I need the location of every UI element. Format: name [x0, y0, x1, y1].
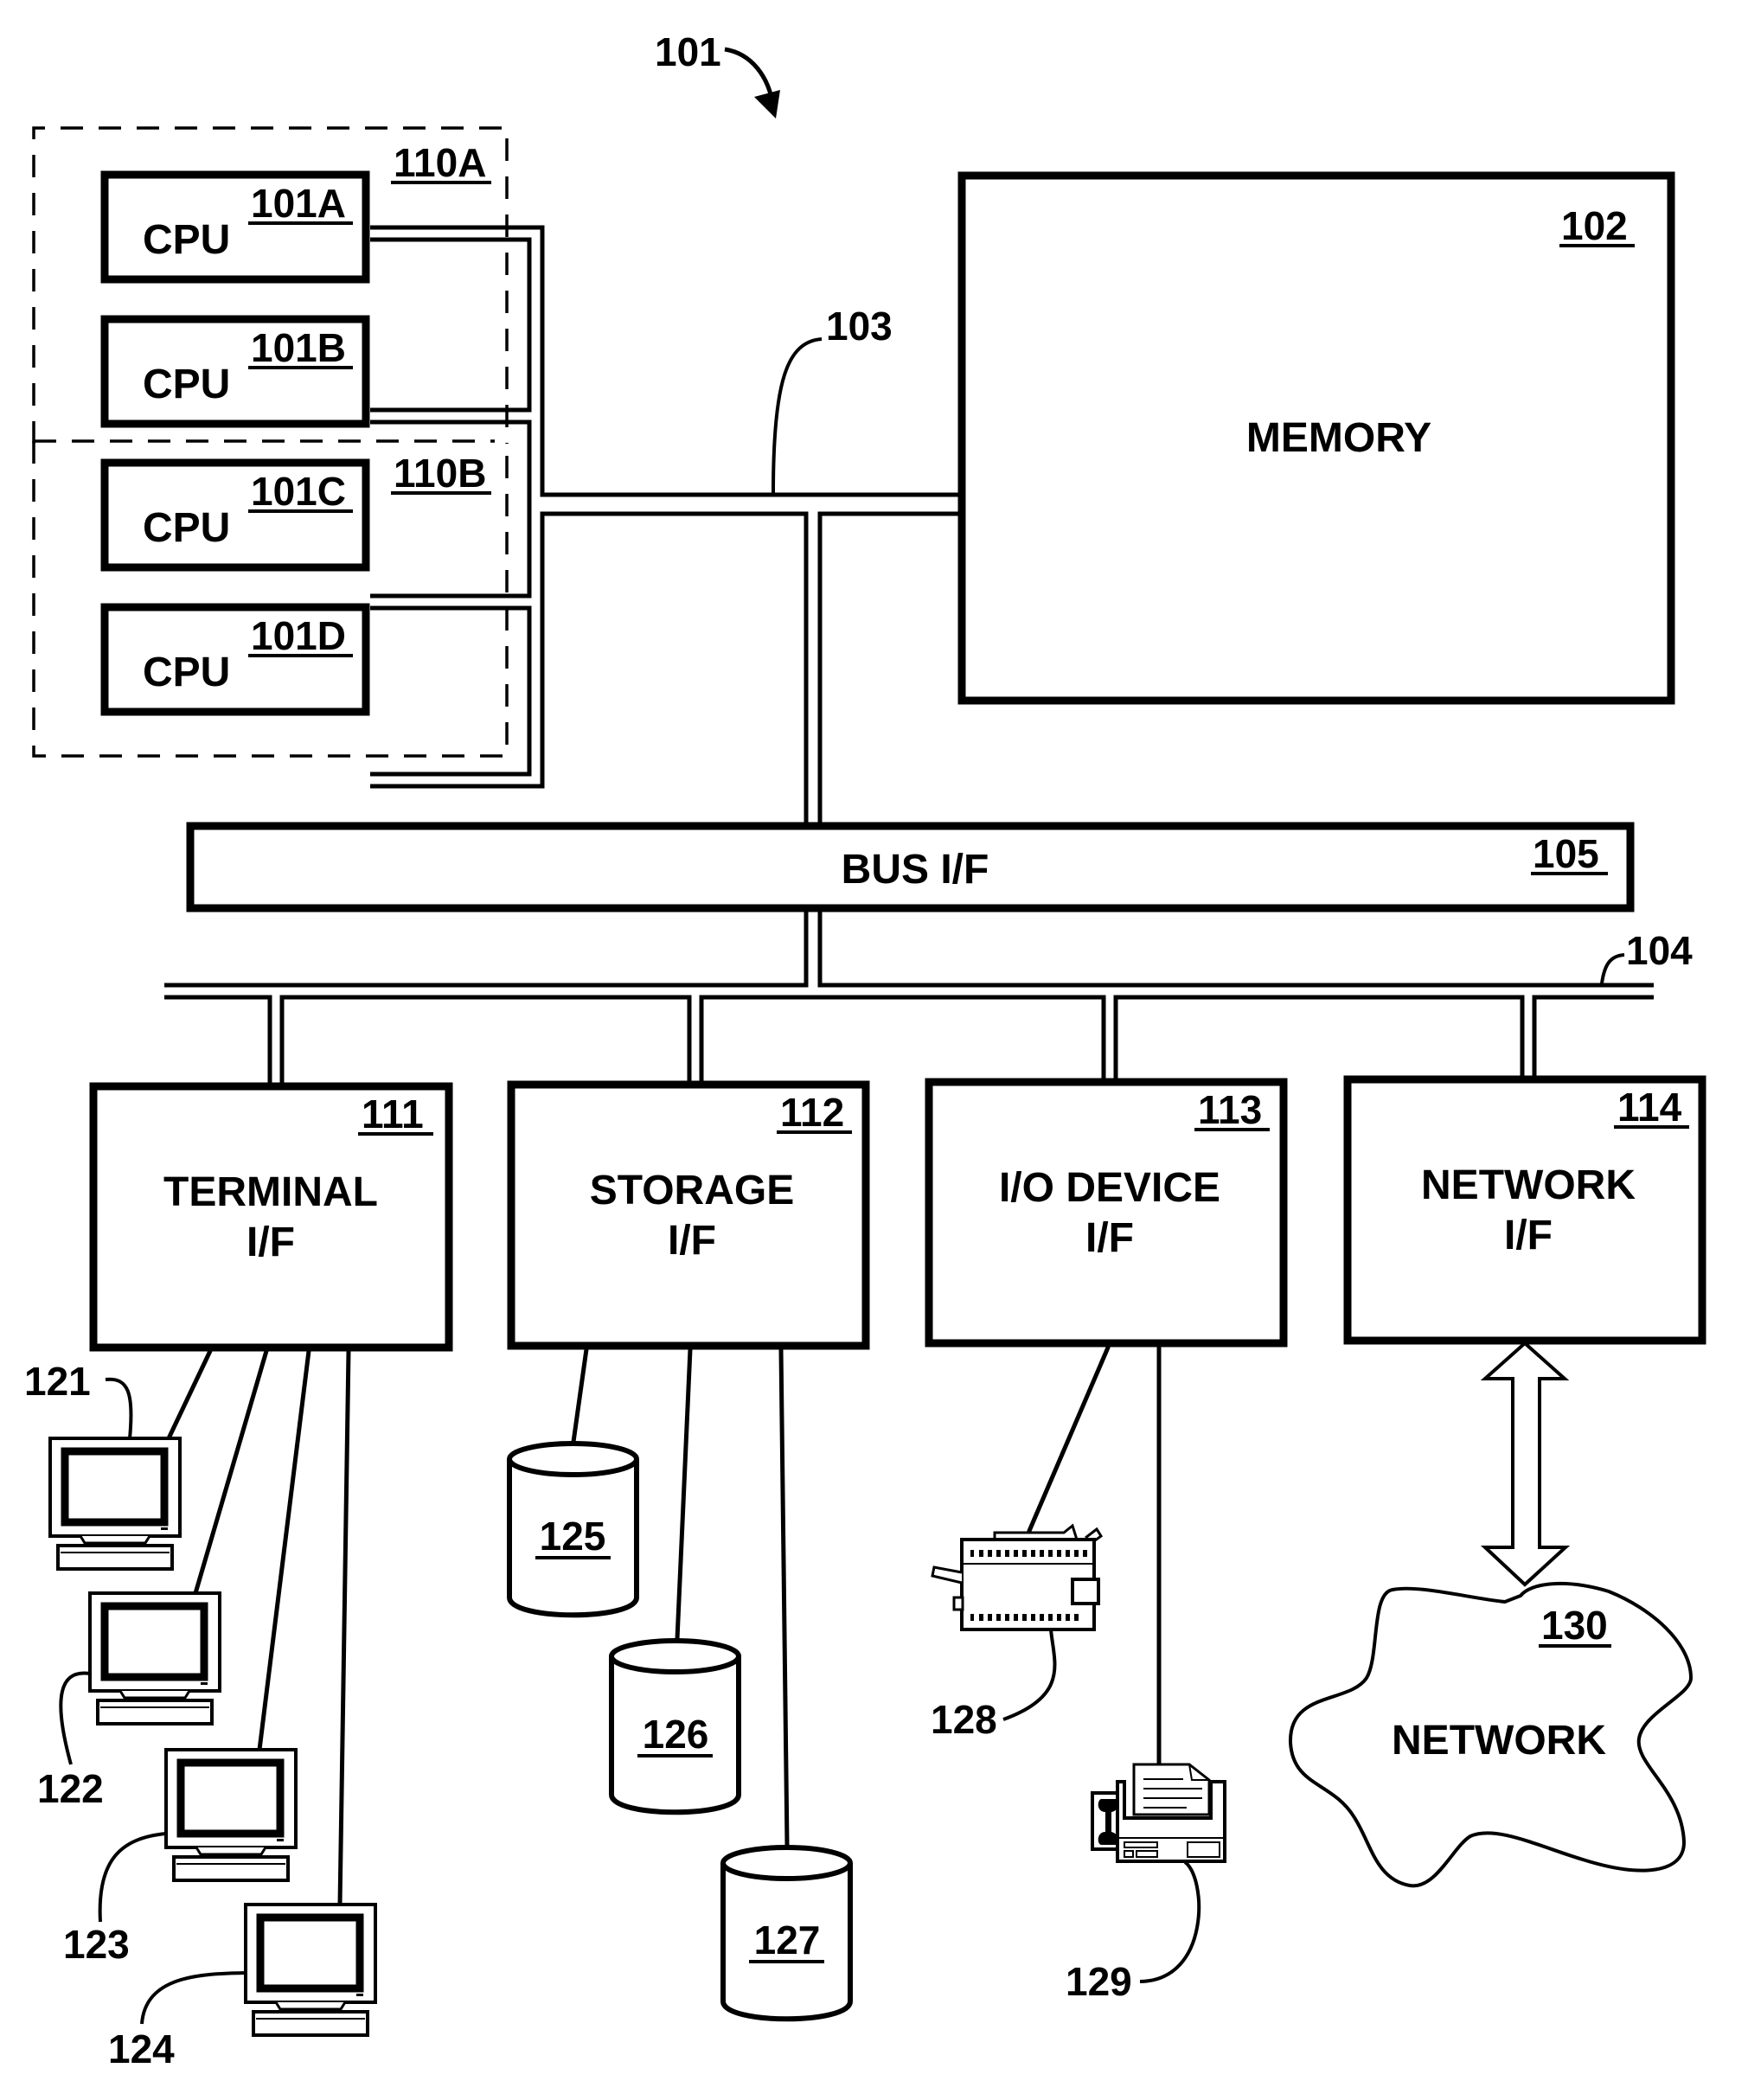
figure-reference: 101 [655, 29, 780, 118]
computer-monitor-icon [90, 1593, 220, 1724]
fax-machine-icon [1091, 1763, 1226, 1863]
io-bus-id: 104 [1626, 928, 1693, 973]
computer-monitor-icon [166, 1750, 296, 1880]
cpu-label: CPU [143, 217, 230, 263]
computer-system-diagram: 101 110A 110B CPU 101A CPU 101B CPU 101C… [24, 29, 1706, 2071]
terminal-124[interactable]: 124 [108, 1905, 375, 2071]
interface-label-line1: I/O DEVICE [999, 1165, 1220, 1211]
cpu-id: 101C [251, 469, 346, 514]
computer-monitor-icon [50, 1438, 180, 1569]
computer-monitor-icon [246, 1905, 375, 2035]
network-id: 130 [1541, 1603, 1608, 1648]
figure-reference-number: 101 [655, 29, 721, 74]
memory-bus-id: 103 [826, 304, 893, 349]
cpu-label: CPU [143, 505, 230, 551]
cpu-id: 101D [251, 613, 346, 658]
network-link [1480, 1341, 1571, 1587]
io-device-id: 128 [931, 1697, 997, 1742]
cpu-101C[interactable]: CPU 101C [100, 458, 370, 572]
terminal-id: 123 [63, 1922, 130, 1967]
storage-disk-127[interactable]: 127 [723, 1847, 850, 2019]
cpu-101B[interactable]: CPU 101B [100, 315, 370, 428]
cpu-id: 101A [251, 181, 346, 226]
interface-id: 111 [362, 1092, 424, 1136]
interface-label-line2: I/F [668, 1218, 716, 1264]
cpu-group-id: 110B [394, 451, 486, 496]
arrow-head-icon [754, 90, 780, 118]
memory-id: 102 [1561, 203, 1628, 248]
bus-interface-label: BUS I/F [842, 847, 989, 893]
terminal-id: 121 [24, 1359, 91, 1404]
network-130[interactable]: 130 NETWORK [1288, 1582, 1694, 1888]
interface-label-line1: STORAGE [590, 1168, 794, 1213]
terminal-121[interactable]: 121 [24, 1359, 180, 1569]
memory-label: MEMORY [1246, 415, 1431, 461]
disk-id: 125 [540, 1514, 606, 1559]
interface-label-line2: I/F [1085, 1215, 1134, 1261]
io-bus: 104 [164, 912, 1693, 1085]
memory-102[interactable]: MEMORY 102 [957, 171, 1675, 705]
bus-interface-105[interactable]: BUS I/F 105 [186, 822, 1635, 912]
terminal-id: 124 [108, 2026, 175, 2071]
disk-id: 126 [643, 1712, 709, 1757]
interface-label-line2: I/F [247, 1220, 295, 1265]
printer-icon [931, 1523, 1104, 1631]
interface-id: 112 [780, 1090, 844, 1135]
network-label: NETWORK [1392, 1718, 1606, 1764]
terminal-interface-111[interactable]: TERMINAL I/F 111 [89, 1082, 453, 1352]
cpu-group-id: 110A [394, 140, 486, 185]
storage-interface-112[interactable]: STORAGE I/F 112 [507, 1080, 870, 1350]
interface-id: 113 [1198, 1087, 1262, 1132]
cpu-label: CPU [143, 362, 230, 407]
storage-disk-125[interactable]: 125 [509, 1444, 637, 1615]
disk-id: 127 [754, 1918, 821, 1962]
terminal-id: 122 [37, 1766, 104, 1811]
io-device-id: 129 [1066, 1959, 1132, 2004]
cpu-101A[interactable]: CPU 101A [100, 170, 370, 284]
cpu-label: CPU [143, 650, 230, 695]
interface-label-line2: I/F [1504, 1213, 1553, 1258]
interface-id: 114 [1617, 1085, 1682, 1130]
memory-bus-label: 103 [772, 304, 893, 494]
fax-129[interactable]: 129 [1066, 1763, 1226, 2004]
bus-interface-id: 105 [1533, 831, 1599, 876]
cpu-id: 101B [251, 325, 346, 370]
io-device-interface-113[interactable]: I/O DEVICE I/F 113 [925, 1078, 1288, 1348]
cpu-101D[interactable]: CPU 101D [100, 603, 370, 716]
interface-label-line1: NETWORK [1421, 1162, 1636, 1208]
printer-128[interactable]: 128 [931, 1523, 1104, 1742]
network-interface-114[interactable]: NETWORK I/F 114 [1343, 1075, 1706, 1345]
storage-disk-126[interactable]: 126 [611, 1641, 739, 1812]
interface-label-line1: TERMINAL [163, 1169, 378, 1215]
double-arrow-icon [1480, 1341, 1571, 1587]
